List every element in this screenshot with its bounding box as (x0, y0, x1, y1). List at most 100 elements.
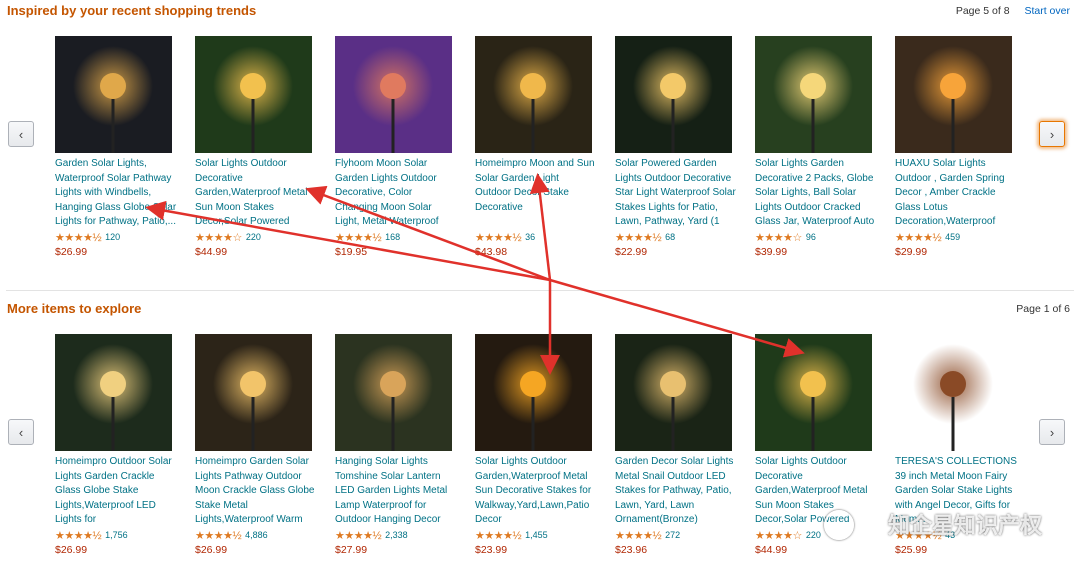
product-rating[interactable]: ★★★★½ 2,338 (335, 528, 457, 542)
carousel-next-button[interactable]: › (1039, 419, 1065, 445)
product-thumbnail[interactable] (895, 334, 1012, 451)
review-count[interactable]: 4,886 (245, 530, 268, 540)
review-count[interactable]: 36 (525, 232, 535, 242)
review-count[interactable]: 96 (806, 232, 816, 242)
review-count[interactable]: 220 (246, 232, 261, 242)
product-card[interactable]: Flyhoom Moon Solar Garden Lights Outdoor… (335, 36, 457, 258)
product-thumbnail[interactable] (335, 334, 452, 451)
product-card[interactable]: Homeimpro Outdoor Solar Lights Garden Cr… (55, 334, 177, 556)
product-thumbnail[interactable] (55, 334, 172, 451)
product-title-link[interactable]: Solar Lights Outdoor Garden,Waterproof M… (475, 455, 597, 527)
star-rating-icon: ★★★★½ (335, 529, 382, 542)
product-card[interactable]: Solar Lights Outdoor Decorative Garden,W… (755, 334, 877, 556)
product-price: $19.95 (335, 246, 368, 258)
product-thumbnail[interactable] (615, 36, 732, 153)
product-title-link[interactable]: Solar Lights Garden Decorative 2 Packs, … (755, 157, 877, 229)
product-card[interactable]: Solar Powered Garden Lights Outdoor Deco… (615, 36, 737, 258)
product-card[interactable]: Hanging Solar Lights Tomshine Solar Lant… (335, 334, 457, 556)
product-card[interactable]: Solar Lights Garden Decorative 2 Packs, … (755, 36, 877, 258)
product-thumbnail[interactable] (755, 334, 872, 451)
product-price: $39.99 (755, 246, 788, 258)
product-card[interactable]: Solar Lights Outdoor Decorative Garden,W… (195, 36, 317, 258)
product-thumbnail[interactable] (615, 334, 732, 451)
product-price: $44.99 (755, 544, 788, 556)
page-indicator: Page 5 of 8 (955, 5, 1010, 17)
product-image (55, 334, 172, 451)
product-thumbnail[interactable] (195, 36, 312, 153)
chevron-left-icon: ‹ (18, 424, 24, 440)
star-rating-icon: ★★★★½ (55, 231, 102, 244)
product-rating[interactable]: ★★★★½ 1,756 (55, 528, 177, 542)
product-price: $26.99 (195, 544, 228, 556)
product-thumbnail[interactable] (55, 36, 172, 153)
pager: Page 5 of 8 Start over (956, 5, 1070, 17)
star-rating-icon: ★★★★½ (195, 529, 242, 542)
carousel-prev-button[interactable]: ‹ (8, 419, 34, 445)
product-thumbnail[interactable] (755, 36, 872, 153)
chevron-right-icon: › (1049, 424, 1055, 440)
review-count[interactable]: 68 (665, 232, 675, 242)
carousel-next-button[interactable]: › (1039, 121, 1065, 147)
product-title-link[interactable]: Homeimpro Garden Solar Lights Pathway Ou… (195, 455, 317, 527)
start-over-link[interactable]: Start over (1024, 5, 1070, 17)
product-title-link[interactable]: Flyhoom Moon Solar Garden Lights Outdoor… (335, 157, 457, 229)
product-thumbnail[interactable] (475, 334, 592, 451)
section-title: Inspired by your recent shopping trends (7, 3, 257, 18)
carousel-prev-button[interactable]: ‹ (8, 121, 34, 147)
product-title-link[interactable]: Garden Decor Solar Lights Metal Snail Ou… (615, 455, 737, 527)
review-count[interactable]: 1,756 (105, 530, 128, 540)
product-rating[interactable]: ★★★★☆ 96 (755, 230, 877, 244)
product-title-link[interactable]: Solar Lights Outdoor Decorative Garden,W… (755, 455, 877, 527)
product-price: $25.99 (895, 544, 928, 556)
product-price: $43.98 (475, 246, 508, 258)
product-image (895, 334, 1012, 451)
product-rating[interactable]: ★★★★☆ 220 (195, 230, 317, 244)
review-count[interactable]: 459 (945, 232, 960, 242)
product-rating[interactable]: ★★★★½ 168 (335, 230, 457, 244)
product-thumbnail[interactable] (895, 36, 1012, 153)
review-count[interactable]: 168 (385, 232, 400, 242)
product-price: $44.99 (195, 246, 228, 258)
product-image (755, 36, 872, 153)
product-rating[interactable]: ★★★★½ 459 (895, 230, 1017, 244)
product-image (755, 334, 872, 451)
review-count[interactable]: 220 (806, 530, 821, 540)
product-thumbnail[interactable] (475, 36, 592, 153)
product-title-link[interactable]: Solar Lights Outdoor Decorative Garden,W… (195, 157, 317, 229)
product-image (335, 334, 452, 451)
product-rating[interactable]: ★★★★½ 1,455 (475, 528, 597, 542)
product-image (195, 36, 312, 153)
product-rating[interactable]: ★★★★½ 36 (475, 230, 597, 244)
product-carousel: Homeimpro Outdoor Solar Lights Garden Cr… (55, 334, 1035, 579)
product-image (195, 334, 312, 451)
product-title-link[interactable]: Homeimpro Outdoor Solar Lights Garden Cr… (55, 455, 177, 527)
product-rating[interactable]: ★★★★½ 272 (615, 528, 737, 542)
product-thumbnail[interactable] (335, 36, 452, 153)
review-count[interactable]: 2,338 (385, 530, 408, 540)
product-card[interactable]: Homeimpro Garden Solar Lights Pathway Ou… (195, 334, 317, 556)
product-rating[interactable]: ★★★★½ 120 (55, 230, 177, 244)
product-title-link[interactable]: Hanging Solar Lights Tomshine Solar Lant… (335, 455, 457, 527)
product-image (615, 36, 732, 153)
product-title-link[interactable]: HUAXU Solar Lights Outdoor , Garden Spri… (895, 157, 1017, 229)
product-card[interactable]: Homeimpro Moon and Sun Solar Garden Ligh… (475, 36, 597, 258)
product-card[interactable]: Garden Decor Solar Lights Metal Snail Ou… (615, 334, 737, 556)
section-inspired: Inspired by your recent shopping trends … (0, 0, 1080, 285)
star-rating-icon: ★★★★☆ (195, 231, 242, 244)
product-card[interactable]: HUAXU Solar Lights Outdoor , Garden Spri… (895, 36, 1017, 258)
product-thumbnail[interactable] (195, 334, 312, 451)
product-rating[interactable]: ★★★★☆ 220 (755, 528, 877, 542)
product-card[interactable]: Garden Solar Lights, Waterproof Solar Pa… (55, 36, 177, 258)
review-count[interactable]: 272 (665, 530, 680, 540)
review-count[interactable]: 1,455 (525, 530, 548, 540)
review-count[interactable]: 120 (105, 232, 120, 242)
star-rating-icon: ★★★★☆ (755, 529, 802, 542)
product-title-link[interactable]: Homeimpro Moon and Sun Solar Garden Ligh… (475, 157, 597, 229)
product-title-link[interactable]: Garden Solar Lights, Waterproof Solar Pa… (55, 157, 177, 229)
product-rating[interactable]: ★★★★½ 4,886 (195, 528, 317, 542)
product-image (335, 36, 452, 153)
product-title-link[interactable]: Solar Powered Garden Lights Outdoor Deco… (615, 157, 737, 229)
product-card[interactable]: Solar Lights Outdoor Garden,Waterproof M… (475, 334, 597, 556)
product-rating[interactable]: ★★★★½ 68 (615, 230, 737, 244)
product-price: $23.99 (475, 544, 508, 556)
